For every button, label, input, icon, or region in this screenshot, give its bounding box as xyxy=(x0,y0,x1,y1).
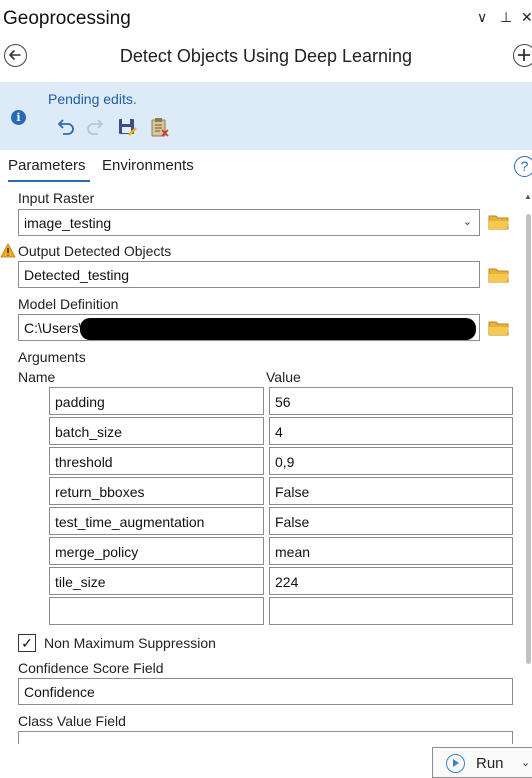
run-label: Run xyxy=(476,755,504,772)
chevron-down-icon[interactable]: ∨ xyxy=(477,9,487,26)
argument-value-cell[interactable]: False xyxy=(269,507,513,535)
run-button[interactable]: Run ⌄ xyxy=(432,747,532,778)
pin-icon[interactable]: ⊥ xyxy=(500,9,512,26)
save-edits-icon[interactable] xyxy=(116,116,138,138)
nms-label: Non Maximum Suppression xyxy=(44,635,216,651)
browse-folder-icon[interactable] xyxy=(488,266,510,284)
chevron-down-icon[interactable]: ⌄ xyxy=(521,756,530,769)
browse-folder-icon[interactable] xyxy=(488,319,510,337)
confidence-field-label: Confidence Score Field xyxy=(18,660,164,676)
scroll-up-arrow-icon[interactable]: ▲ xyxy=(524,192,532,202)
argument-value-cell[interactable]: 224 xyxy=(269,567,513,595)
undo-icon[interactable] xyxy=(54,116,76,138)
argument-value-cell[interactable]: mean xyxy=(269,537,513,565)
info-icon: i xyxy=(11,110,26,125)
discard-edits-icon[interactable] xyxy=(148,116,170,138)
output-objects-value: Detected_testing xyxy=(24,267,130,283)
arguments-col-value: Value xyxy=(266,369,301,385)
class-field-label: Class Value Field xyxy=(18,713,126,729)
pane-title: Geoprocessing xyxy=(3,8,131,29)
close-icon[interactable]: ✕ xyxy=(521,9,532,26)
input-raster-dropdown[interactable]: image_testing ⌄ xyxy=(18,209,480,236)
help-icon[interactable]: ? xyxy=(514,156,532,177)
tab-environments[interactable]: Environments xyxy=(102,157,194,174)
input-raster-value: image_testing xyxy=(24,215,112,231)
argument-name-cell[interactable]: padding xyxy=(49,387,264,415)
tool-header: Detect Objects Using Deep Learning xyxy=(0,38,532,78)
pending-edits-bar: i Pending edits. xyxy=(0,82,532,150)
argument-name-cell[interactable]: test_time_augmentation xyxy=(49,507,264,535)
tool-title: Detect Objects Using Deep Learning xyxy=(119,46,413,66)
argument-name-cell[interactable]: return_bboxes xyxy=(49,477,264,505)
argument-value-cell[interactable]: 0,9 xyxy=(269,447,513,475)
vertical-scrollbar[interactable]: ▲ xyxy=(524,192,532,744)
pane-titlebar: Geoprocessing ∨ ⊥ ✕ xyxy=(0,0,532,38)
argument-value-cell[interactable]: False xyxy=(269,477,513,505)
argument-name-cell[interactable]: threshold xyxy=(49,447,264,475)
arguments-col-name: Name xyxy=(18,369,56,385)
confidence-field-value: Confidence xyxy=(24,684,95,700)
warning-icon xyxy=(0,243,16,258)
output-objects-label: Output Detected Objects xyxy=(18,243,172,259)
argument-value-cell[interactable]: 56 xyxy=(269,387,513,415)
browse-folder-icon[interactable] xyxy=(488,213,510,231)
argument-value-cell[interactable]: 4 xyxy=(269,417,513,445)
play-icon xyxy=(446,754,465,773)
input-raster-label: Input Raster xyxy=(18,190,95,206)
argument-value-cell[interactable] xyxy=(269,597,513,625)
argument-name-cell[interactable]: batch_size xyxy=(49,417,264,445)
active-tab-indicator xyxy=(8,180,90,182)
confidence-field-input[interactable]: Confidence xyxy=(18,678,513,705)
chevron-down-icon[interactable]: ⌄ xyxy=(463,215,472,228)
scrollbar-thumb[interactable] xyxy=(526,214,531,664)
redacted-path xyxy=(80,318,476,340)
model-definition-label: Model Definition xyxy=(18,296,119,312)
argument-name-cell[interactable] xyxy=(49,597,264,625)
add-circle-icon[interactable] xyxy=(513,44,532,67)
nms-checkbox[interactable]: ✓ xyxy=(18,634,36,652)
arguments-label: Arguments xyxy=(18,349,86,365)
class-field-input[interactable] xyxy=(18,731,513,744)
argument-name-cell[interactable]: merge_policy xyxy=(49,537,264,565)
model-definition-value: C:\Users\ xyxy=(24,320,83,336)
output-objects-input[interactable]: Detected_testing xyxy=(18,261,480,288)
tool-tabs: Parameters Environments xyxy=(0,152,532,182)
run-bar: Run ⌄ xyxy=(0,744,532,778)
redo-icon xyxy=(85,116,107,138)
pending-edits-message: Pending edits. xyxy=(48,91,137,107)
argument-name-cell[interactable]: tile_size xyxy=(49,567,264,595)
tab-parameters[interactable]: Parameters xyxy=(8,157,86,174)
